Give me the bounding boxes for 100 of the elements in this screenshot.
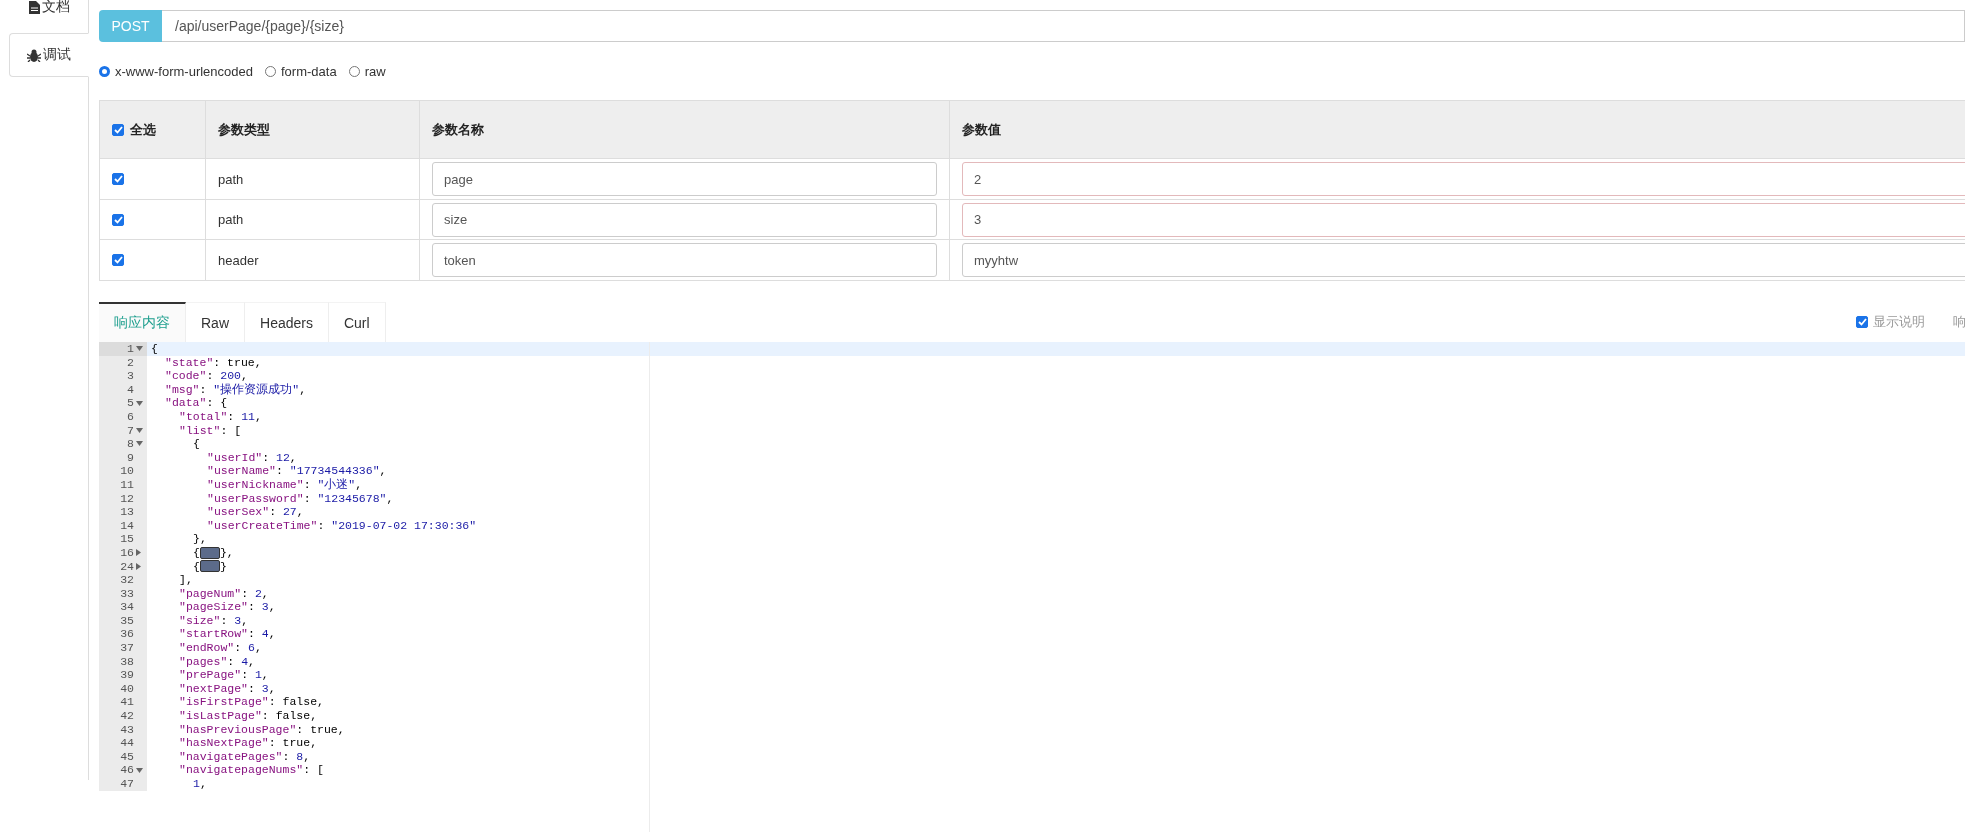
line-number: 8 bbox=[127, 437, 134, 451]
line-number: 32 bbox=[120, 573, 134, 587]
checkbox[interactable] bbox=[112, 254, 124, 266]
code-line: "startRow": 4, bbox=[179, 627, 276, 642]
checkbox[interactable] bbox=[112, 213, 124, 226]
column-header: 参数名称 bbox=[432, 120, 484, 139]
expand-arrow-icon[interactable] bbox=[136, 562, 141, 570]
line-number: 43 bbox=[120, 722, 134, 737]
column-header: 参数值 bbox=[962, 120, 1001, 139]
show-description-label: 显示说明 bbox=[1873, 313, 1925, 331]
line-number: 38 bbox=[120, 654, 134, 669]
sidebar-tab[interactable]: 文档 bbox=[9, 0, 89, 22]
folded-block-icon[interactable] bbox=[199, 560, 220, 573]
name-field[interactable]: token bbox=[432, 243, 937, 277]
code-line: "pages": 4, bbox=[179, 654, 255, 669]
name-field[interactable]: page bbox=[432, 162, 937, 196]
code-line: }, bbox=[219, 545, 234, 560]
code-line: "total": 11, bbox=[179, 409, 262, 424]
line-number: 1 bbox=[127, 342, 134, 356]
code-line: "hasNextPage": true, bbox=[179, 736, 318, 750]
code-line: "userCreateTime": "2019-07-02 17:30:36" bbox=[207, 518, 477, 533]
code-line: "state": true, bbox=[165, 355, 262, 370]
code-line: "hasPreviousPage": true, bbox=[179, 722, 345, 737]
sidebar-tab[interactable]: 调试 bbox=[9, 33, 89, 77]
value-field[interactable]: 2 bbox=[962, 162, 1965, 196]
code-line: "code": 200, bbox=[165, 369, 248, 383]
table-cell: header bbox=[218, 252, 259, 268]
code-line: }, bbox=[193, 532, 207, 546]
line-number: 46 bbox=[120, 763, 134, 777]
code-line: "list": [ bbox=[179, 423, 242, 438]
radio-button[interactable] bbox=[99, 65, 110, 77]
code-line: 1, bbox=[193, 777, 207, 791]
code-line: "userNickname": "小迷", bbox=[207, 477, 363, 492]
code-line: "navigatepageNums": [ bbox=[179, 763, 324, 777]
line-number: 15 bbox=[120, 532, 134, 546]
table-cell: path bbox=[218, 171, 244, 187]
code-line: "data": { bbox=[165, 396, 228, 410]
checkbox[interactable] bbox=[1856, 316, 1868, 328]
code-line: "pageNum": 2, bbox=[179, 586, 269, 601]
collapse-arrow-icon[interactable] bbox=[136, 441, 143, 447]
line-number: 35 bbox=[120, 613, 134, 628]
line-number: 12 bbox=[120, 491, 134, 506]
line-number: 2 bbox=[127, 355, 134, 370]
radio-label: x-www-form-urlencoded bbox=[115, 63, 253, 79]
line-number: 10 bbox=[120, 464, 134, 478]
line-number: 37 bbox=[120, 641, 134, 655]
line-number: 40 bbox=[120, 681, 134, 696]
code-line: "userName": "17734544336", bbox=[207, 464, 387, 478]
expand-arrow-icon[interactable] bbox=[136, 549, 141, 557]
code-line: { bbox=[193, 437, 200, 451]
line-number: 7 bbox=[127, 423, 134, 438]
document-icon bbox=[28, 0, 40, 14]
column-header: 参数类型 bbox=[218, 120, 270, 139]
collapse-arrow-icon[interactable] bbox=[136, 427, 143, 433]
line-number: 16 bbox=[120, 545, 134, 560]
line-number: 3 bbox=[127, 369, 134, 383]
line-number: 34 bbox=[120, 600, 134, 614]
code-line: "pageSize": 3, bbox=[179, 600, 276, 614]
line-number: 9 bbox=[127, 450, 134, 465]
table-cell: path bbox=[218, 212, 244, 227]
line-number: 42 bbox=[120, 709, 134, 723]
code-line: "userPassword": "12345678", bbox=[207, 491, 394, 506]
value-field[interactable]: myyhtw bbox=[962, 243, 1965, 277]
collapse-arrow-icon[interactable] bbox=[136, 346, 143, 352]
code-line: "size": 3, bbox=[179, 613, 249, 628]
radio-button[interactable] bbox=[348, 65, 360, 77]
collapse-arrow-icon[interactable] bbox=[136, 767, 143, 773]
collapse-arrow-icon[interactable] bbox=[136, 400, 143, 406]
code-line: ], bbox=[179, 573, 193, 587]
code-line: "userSex": 27, bbox=[207, 505, 304, 519]
line-number: 6 bbox=[127, 409, 134, 424]
radio-button[interactable] bbox=[265, 65, 276, 77]
line-number: 36 bbox=[120, 627, 134, 642]
name-field[interactable]: size bbox=[432, 202, 937, 237]
checkbox[interactable] bbox=[112, 173, 124, 185]
code-line: "userId": 12, bbox=[207, 450, 297, 465]
code-line: { bbox=[151, 342, 158, 356]
radio-label: form-data bbox=[281, 63, 337, 79]
radio-label: raw bbox=[364, 63, 386, 79]
bug-icon bbox=[27, 48, 41, 62]
code-line: } bbox=[219, 559, 227, 574]
line-number: 39 bbox=[120, 668, 134, 682]
line-number: 45 bbox=[120, 749, 134, 764]
line-number: 41 bbox=[120, 695, 134, 710]
line-number: 11 bbox=[120, 477, 134, 492]
line-number: 24 bbox=[120, 559, 134, 574]
code-line: { bbox=[193, 559, 200, 574]
folded-block-icon[interactable] bbox=[199, 546, 220, 559]
checkbox[interactable] bbox=[112, 123, 124, 136]
url-field[interactable]: /api/userPage/{page}/{size} bbox=[162, 10, 1965, 42]
code-line: "navigatePages": 8, bbox=[179, 749, 311, 764]
select-all-label: 全选 bbox=[130, 120, 156, 139]
code-line: "prePage": 1, bbox=[179, 668, 269, 682]
line-number: 14 bbox=[120, 518, 134, 533]
line-number: 33 bbox=[120, 586, 134, 601]
code-line: "isFirstPage": false, bbox=[179, 695, 324, 710]
code-line: { bbox=[193, 545, 200, 560]
line-number: 44 bbox=[120, 736, 134, 750]
code-line: "nextPage": 3, bbox=[179, 681, 276, 696]
value-field[interactable]: 3 bbox=[962, 202, 1965, 237]
